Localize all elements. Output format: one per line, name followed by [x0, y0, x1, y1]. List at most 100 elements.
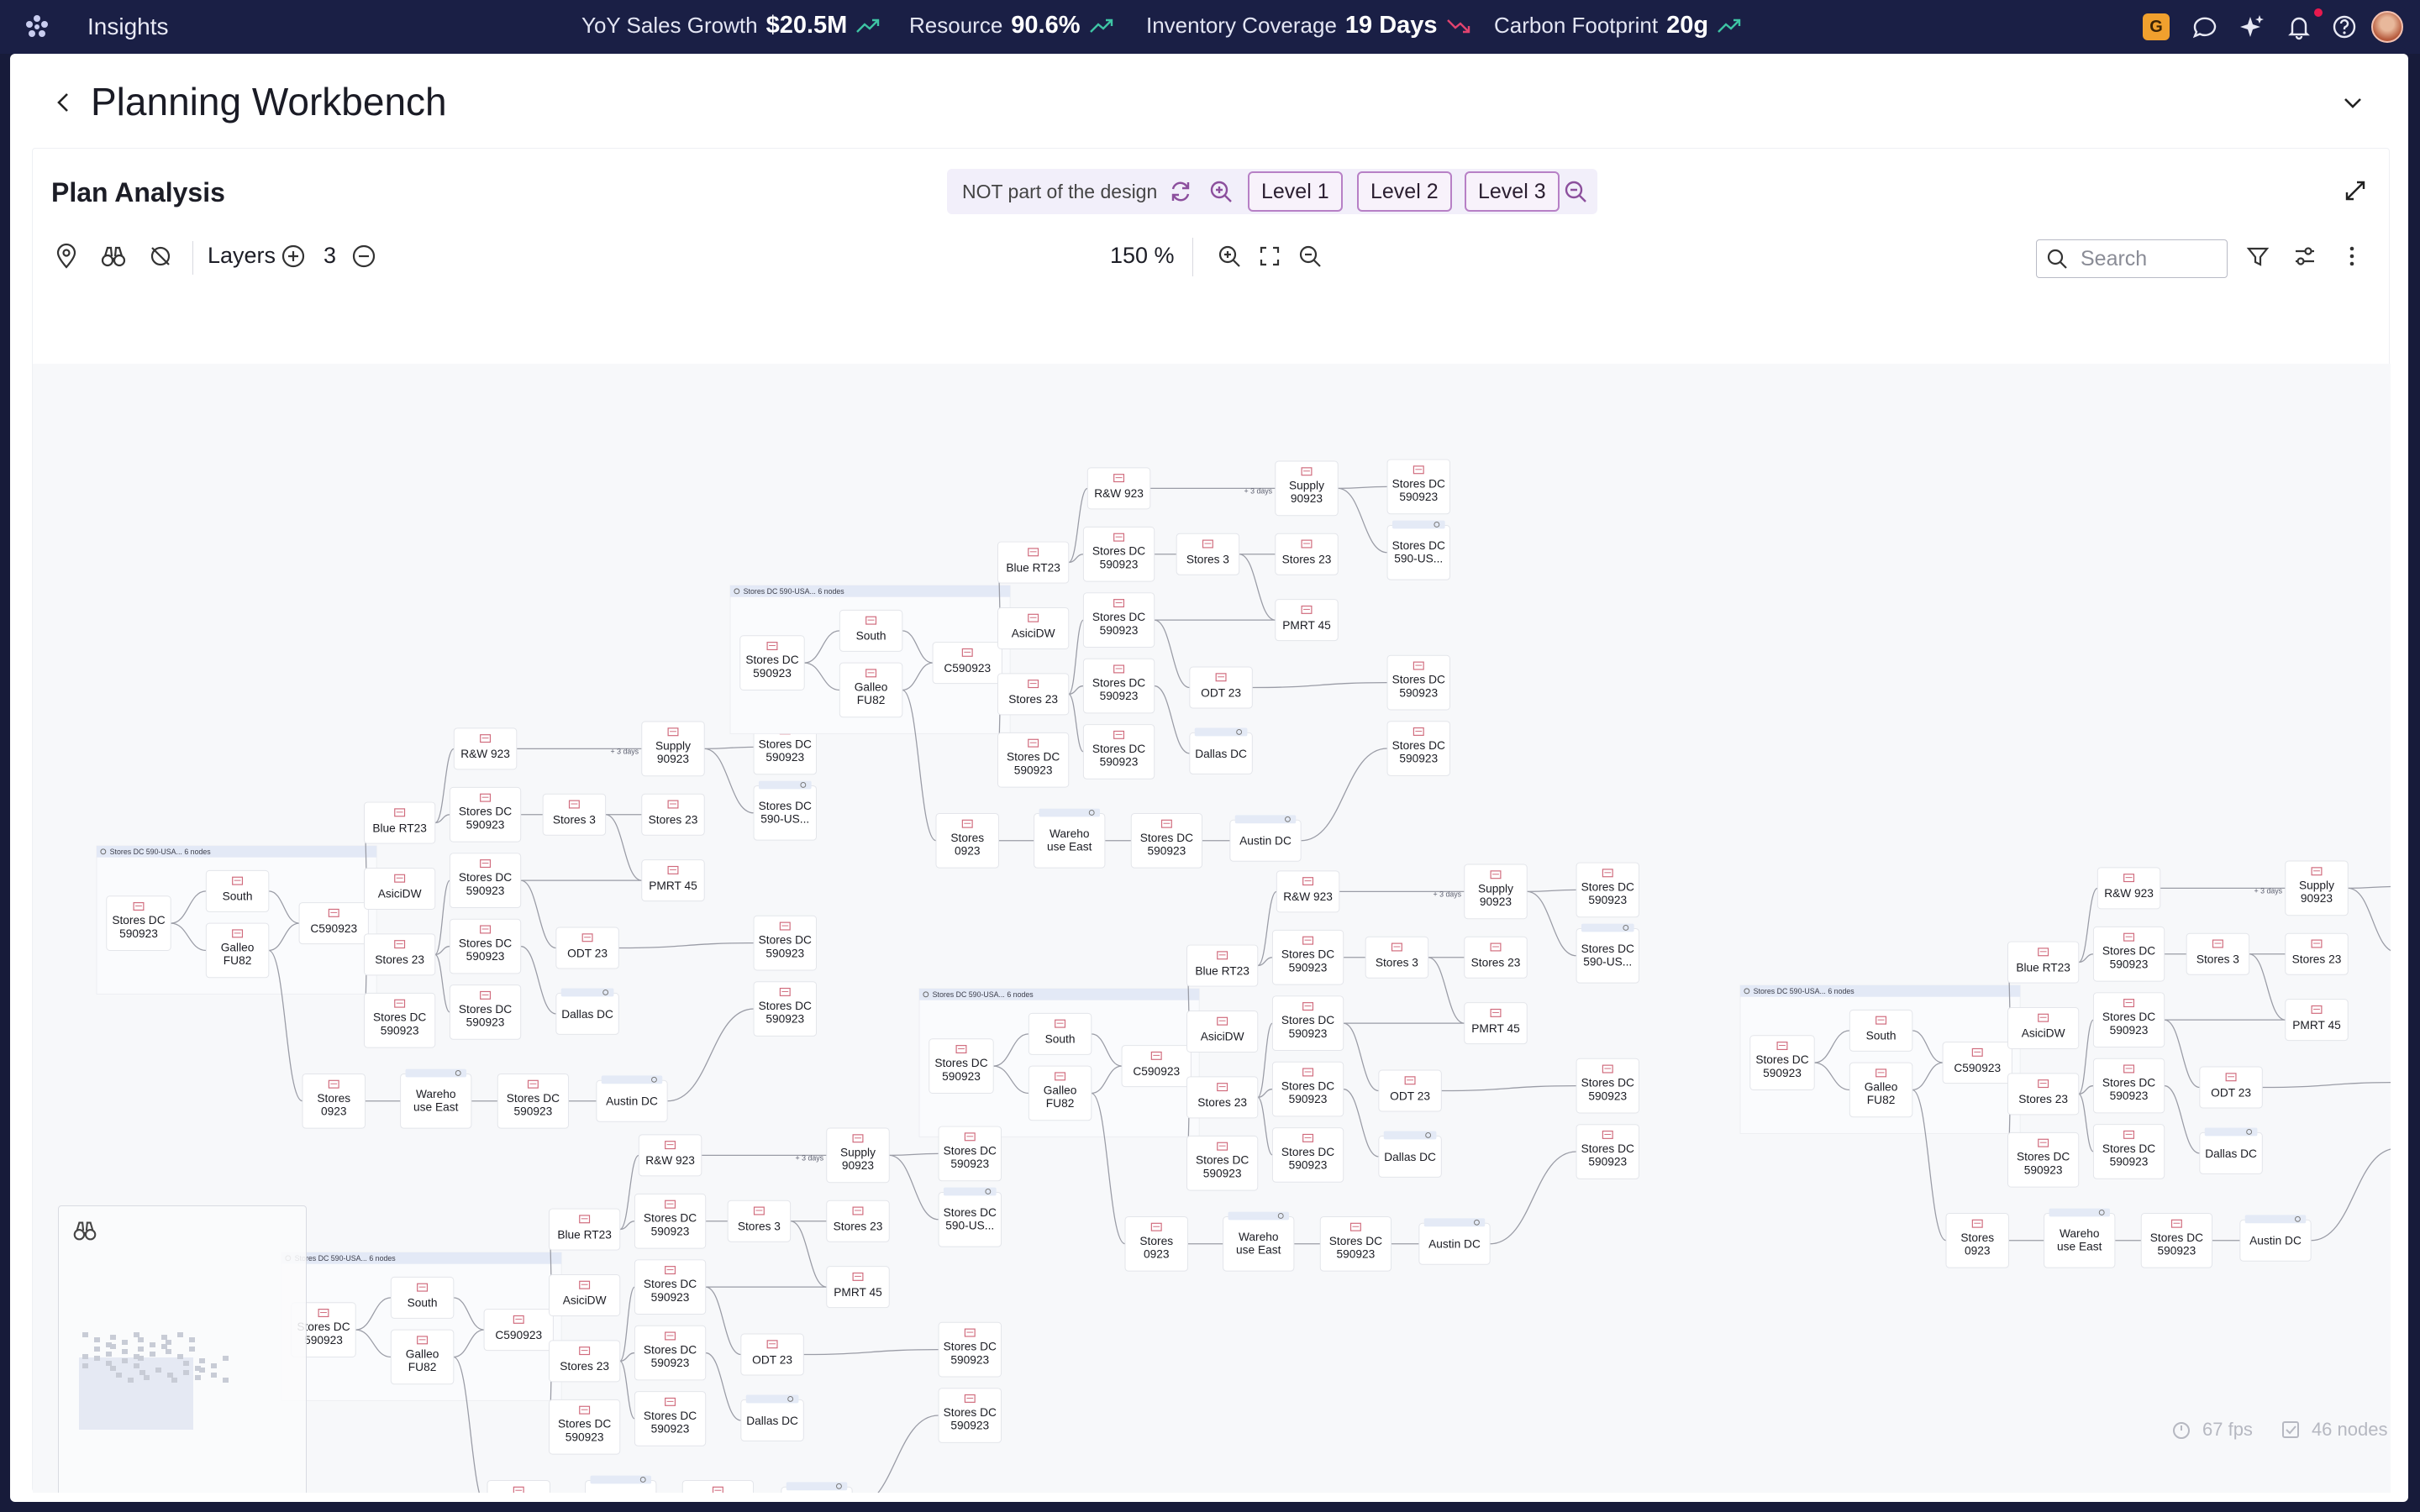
graph-node[interactable]: Stores 23 [549, 1340, 621, 1383]
kpi-resource[interactable]: Resource 90.6% [909, 12, 1114, 39]
graph-node[interactable]: Austin DC [781, 1482, 853, 1493]
level-3-button[interactable]: Level 3 [1465, 171, 1560, 212]
graph-node[interactable]: Stores 3 [1176, 533, 1240, 575]
graph-node[interactable]: Stores 23 [997, 673, 1070, 716]
graph-node[interactable]: Stores DC590923 [739, 635, 805, 690]
graph-node[interactable]: Stores 23 [1275, 533, 1339, 575]
graph-node[interactable]: Stores DC590923 [1082, 592, 1155, 648]
graph-node[interactable]: Warehouse East [1034, 808, 1106, 869]
graph-node[interactable]: Dallas DC [1378, 1131, 1442, 1178]
graph-node[interactable]: Stores DC590923 [497, 1073, 570, 1129]
filter-icon[interactable] [2243, 241, 2273, 271]
graph-node[interactable]: Stores 23 [1464, 936, 1528, 979]
graph-node[interactable]: Stores DC590-US... [938, 1187, 1002, 1247]
graph-node[interactable]: GalleoFU82 [1028, 1065, 1092, 1121]
graph-node[interactable]: Stores DC590923 [2007, 1131, 2080, 1188]
graph-node[interactable]: C590923 [1121, 1045, 1192, 1088]
graph-node[interactable]: R&W 923 [2096, 867, 2161, 910]
graph-node[interactable]: Austin DC [596, 1075, 668, 1122]
org-badge[interactable]: G [2143, 13, 2170, 40]
graph-node[interactable]: Stores DC590923 [364, 992, 436, 1048]
graph-node[interactable]: Stores 23 [826, 1200, 890, 1242]
graph-node[interactable]: GalleoFU82 [1849, 1062, 1913, 1118]
user-avatar[interactable] [2371, 11, 2403, 43]
graph-node[interactable]: AsiciDW [997, 606, 1070, 649]
level-1-button[interactable]: Level 1 [1248, 171, 1343, 212]
graph-node[interactable]: Stores 23 [2007, 1073, 2080, 1116]
graph-cluster[interactable]: Stores DC 590-USA... 6 nodes + 3 days Stor… [918, 862, 1640, 1272]
graph-node[interactable]: Dallas DC [1189, 727, 1253, 774]
graph-node[interactable]: Stores DC590923 [681, 1479, 755, 1493]
graph-cluster[interactable]: Stores DC 590-USA... 6 nodes + 3 days Stor… [281, 1126, 1002, 1493]
graph-node[interactable]: GalleoFU82 [390, 1329, 455, 1385]
graph-node[interactable]: Stores DC590923 [1271, 929, 1344, 985]
graph-node[interactable]: GalleoFU82 [205, 922, 270, 979]
graph-node[interactable]: Stores DC590-US... [1576, 923, 1640, 984]
settings-sliders-icon[interactable] [2290, 241, 2320, 271]
graph-node[interactable]: Dallas DC [555, 988, 619, 1035]
graph-node[interactable]: AsiciDW [549, 1273, 621, 1316]
graph-node[interactable]: ODT 23 [1189, 666, 1253, 709]
graph-node[interactable]: Stores DC590923 [634, 1193, 707, 1249]
graph-node[interactable]: Stores DC590923 [1130, 812, 1203, 869]
graph-node[interactable]: Stores DC590923 [1576, 862, 1640, 918]
graph-node[interactable]: R&W 923 [638, 1134, 702, 1177]
graph-node[interactable]: R&W 923 [1276, 870, 1340, 913]
graph-node[interactable]: Stores DC590923 [753, 915, 818, 971]
graph-node[interactable]: Stores DC590923 [1386, 721, 1451, 776]
sparkle-icon[interactable] [2237, 12, 2267, 42]
graph-node[interactable]: Stores DC590923 [2092, 1058, 2165, 1114]
graph-node[interactable]: Stores 23 [641, 793, 705, 836]
graph-node[interactable]: R&W 923 [453, 727, 518, 770]
graph-node[interactable]: R&W 923 [1086, 467, 1151, 510]
graph-node[interactable]: Stores DC590923 [753, 981, 818, 1037]
graph-node[interactable]: Stores DC590923 [1186, 1135, 1259, 1191]
graph-node[interactable]: Stores DC590923 [634, 1325, 707, 1381]
graph-node[interactable]: GalleoFU82 [839, 662, 903, 718]
graph-node[interactable]: ODT 23 [555, 927, 619, 969]
search-box[interactable] [2036, 239, 2228, 278]
graph-node[interactable]: Blue RT23 [1186, 944, 1259, 987]
graph-node[interactable]: Stores DC590-US... [753, 780, 818, 841]
graph-node[interactable]: Stores DC590923 [449, 918, 522, 974]
graph-node[interactable]: Stores DC590923 [2140, 1212, 2213, 1268]
graph-node[interactable]: Stores 3 [1365, 936, 1429, 979]
graph-node[interactable]: South [1849, 1009, 1913, 1052]
graph-cluster[interactable]: Stores DC 590-USA... 6 nodes + 3 days Stor… [729, 459, 1451, 869]
graph-node[interactable]: Stores DC590923 [634, 1259, 707, 1315]
graph-node[interactable]: Stores 3 [2186, 932, 2250, 975]
graph-node[interactable]: Blue RT23 [364, 801, 436, 844]
zoom-out-icon[interactable] [1560, 176, 1591, 207]
graph-node[interactable]: Stores DC590-US... [1386, 520, 1451, 580]
graph-node[interactable]: Stores DC590923 [1271, 1127, 1344, 1183]
graph-node[interactable]: Stores0923 [302, 1073, 366, 1129]
graph-node[interactable]: PMRT 45 [1464, 1002, 1528, 1045]
kpi-sales-growth[interactable]: YoY Sales Growth $20.5M [581, 12, 881, 39]
graph-node[interactable]: Stores DC590923 [1271, 1061, 1344, 1117]
location-pin-icon[interactable] [51, 241, 82, 271]
fit-view-icon[interactable] [1255, 241, 1285, 271]
graph-node[interactable]: Stores DC590923 [997, 732, 1070, 788]
graph-node[interactable]: Warehouse East [585, 1475, 657, 1493]
graph-node[interactable]: Stores DC590923 [549, 1399, 621, 1455]
layer-remove-icon[interactable] [349, 241, 379, 271]
graph-node[interactable]: Austin DC [1418, 1218, 1491, 1265]
graph-node[interactable]: Stores 23 [364, 933, 436, 976]
zoom-in-icon[interactable] [1214, 241, 1244, 271]
graph-node[interactable]: Stores0923 [1945, 1212, 2009, 1268]
graph-node[interactable]: C590923 [298, 902, 369, 945]
graph-node[interactable]: Stores DC590923 [1386, 459, 1451, 515]
graph-node[interactable]: ODT 23 [2199, 1066, 2263, 1109]
graph-canvas[interactable]: Stores DC 590-USA... 6 nodes + 3 days Stor… [33, 364, 2391, 1493]
graph-node[interactable]: Stores 23 [1186, 1076, 1259, 1119]
graph-node[interactable]: Supply90923 [826, 1127, 890, 1184]
graph-node[interactable]: AsiciDW [364, 867, 436, 910]
graph-node[interactable]: Stores DC590923 [1082, 724, 1155, 780]
expand-icon[interactable] [2340, 176, 2370, 206]
graph-node[interactable]: AsiciDW [1186, 1010, 1259, 1053]
graph-node[interactable]: Stores0923 [487, 1479, 550, 1493]
graph-node[interactable]: Stores 3 [727, 1200, 792, 1242]
graph-node[interactable]: PMRT 45 [826, 1266, 890, 1309]
zoom-in-icon[interactable] [1206, 176, 1236, 207]
graph-node[interactable]: South [1028, 1012, 1092, 1055]
